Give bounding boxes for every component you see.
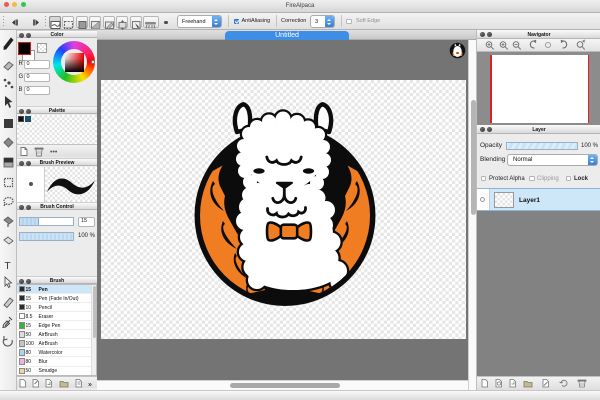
svg-text:»: » [88, 382, 92, 389]
svg-text:T: T [5, 261, 11, 272]
svg-text:•••: ••• [50, 149, 58, 156]
